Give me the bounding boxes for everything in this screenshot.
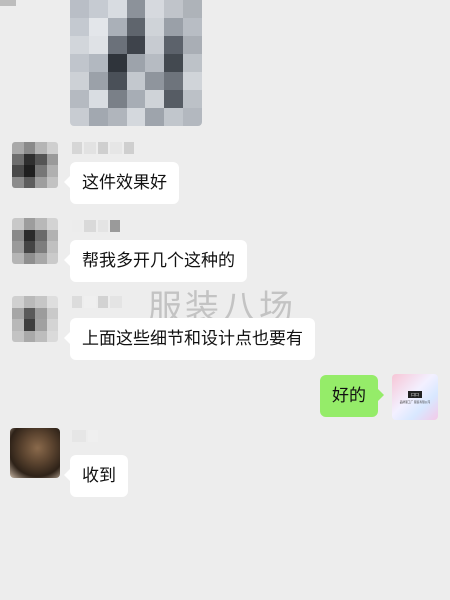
message-bubble[interactable]: 帮我多开几个这种的 <box>64 240 247 282</box>
message-bubble[interactable]: 这件效果好 <box>64 162 179 204</box>
image-message[interactable] <box>70 0 202 126</box>
message-bubble[interactable]: 上面这些细节和设计点也要有 <box>64 318 315 360</box>
sender-name <box>72 142 134 154</box>
cropped-avatar-fragment <box>0 0 16 6</box>
sender-name <box>72 296 122 308</box>
contact-avatar[interactable] <box>12 296 58 342</box>
avatar-logo: 口口 <box>408 390 422 398</box>
sender-name <box>72 430 98 442</box>
self-avatar[interactable]: 口口 品牌服工厂 服装有限公司 <box>392 374 438 420</box>
contact-avatar[interactable] <box>10 428 60 478</box>
sender-name <box>72 220 120 232</box>
avatar-logo-subtext: 品牌服工厂 服装有限公司 <box>399 399 431 404</box>
contact-avatar[interactable] <box>12 218 58 264</box>
contact-avatar[interactable] <box>12 142 58 188</box>
message-bubble-sent[interactable]: 好的 <box>320 375 384 417</box>
message-bubble[interactable]: 收到 <box>64 455 128 497</box>
